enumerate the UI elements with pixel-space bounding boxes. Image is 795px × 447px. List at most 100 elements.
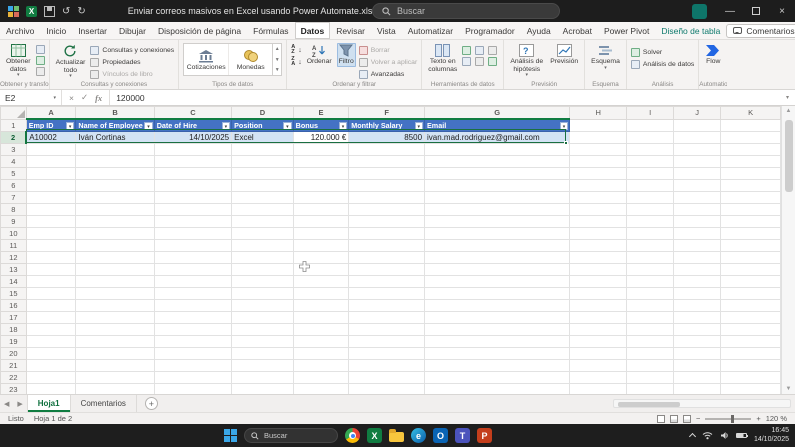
cell-F18[interactable] (348, 323, 426, 336)
cell-K16[interactable] (720, 299, 781, 312)
cell-D7[interactable] (231, 191, 294, 204)
sort-button[interactable]: AZ Ordenar (305, 43, 334, 67)
tab-formulas[interactable]: Fórmulas (247, 22, 294, 39)
column-header-D[interactable]: D (231, 106, 294, 120)
cell-F21[interactable] (348, 359, 426, 372)
cell-K6[interactable] (720, 179, 781, 192)
cell-I13[interactable] (626, 263, 675, 276)
cell-D10[interactable] (231, 227, 294, 240)
cell-A6[interactable] (25, 179, 77, 192)
app-launcher-icon[interactable] (8, 5, 19, 17)
cell-F2[interactable]: 8500 (348, 131, 426, 144)
row-header-22[interactable]: 22 (0, 371, 27, 384)
cell-H23[interactable] (569, 383, 628, 394)
cell-J14[interactable] (673, 275, 722, 288)
column-header-B[interactable]: B (75, 106, 155, 120)
cell-B17[interactable] (75, 311, 155, 324)
cell-H5[interactable] (569, 167, 628, 180)
cell-B9[interactable] (75, 215, 155, 228)
cell-A11[interactable] (25, 239, 77, 252)
cell-D17[interactable] (231, 311, 294, 324)
row-header-4[interactable]: 4 (0, 155, 27, 168)
row-header-20[interactable]: 20 (0, 347, 27, 360)
comments-button[interactable]: Comentarios (726, 23, 795, 38)
cell-H22[interactable] (569, 371, 628, 384)
filter-dropdown-E[interactable]: ▾ (338, 121, 348, 130)
cell-D2[interactable]: Excel (231, 131, 294, 144)
column-header-A[interactable]: A (25, 106, 77, 120)
cell-K9[interactable] (720, 215, 781, 228)
battery-icon[interactable] (735, 432, 749, 439)
cell-J7[interactable] (673, 191, 722, 204)
cell-I23[interactable] (626, 383, 675, 394)
refresh-all-button[interactable]: Actualizar todo ▾ (54, 43, 88, 81)
row-header-12[interactable]: 12 (0, 251, 27, 264)
cell-C18[interactable] (153, 323, 233, 336)
cell-C13[interactable] (153, 263, 233, 276)
cell-G10[interactable] (424, 227, 571, 240)
cell-F23[interactable] (348, 383, 426, 394)
cell-J8[interactable] (673, 203, 722, 216)
cell-B15[interactable] (75, 287, 155, 300)
cell-A16[interactable] (25, 299, 77, 312)
cell-K4[interactable] (720, 155, 781, 168)
cell-E18[interactable] (292, 323, 350, 336)
cell-A8[interactable] (25, 203, 77, 216)
cell-F13[interactable] (348, 263, 426, 276)
flow-button[interactable]: Flow (703, 43, 723, 67)
cell-K14[interactable] (720, 275, 781, 288)
cell-A22[interactable] (25, 371, 77, 384)
flash-fill-icon[interactable] (462, 46, 472, 55)
cell-A21[interactable] (25, 359, 77, 372)
cell-B10[interactable] (75, 227, 155, 240)
from-web-icon[interactable] (35, 56, 45, 65)
cell-C2[interactable]: 14/10/2025 (153, 131, 233, 144)
cell-D5[interactable] (231, 167, 294, 180)
filter-dropdown-A[interactable]: ▾ (65, 121, 75, 130)
cell-I17[interactable] (626, 311, 675, 324)
data-analysis-button[interactable]: Análisis de datos (630, 59, 694, 69)
cell-C17[interactable] (153, 311, 233, 324)
cell-J12[interactable] (673, 251, 722, 264)
cell-I9[interactable] (626, 215, 675, 228)
cell-D23[interactable] (231, 383, 294, 394)
cell-C21[interactable] (153, 359, 233, 372)
cell-H11[interactable] (569, 239, 628, 252)
cell-J6[interactable] (673, 179, 722, 192)
cell-H1[interactable] (569, 118, 628, 132)
sort-az-button[interactable]: A Z ↓ (291, 44, 301, 55)
cell-F12[interactable] (348, 251, 426, 264)
advanced-filter-button[interactable]: Avanzadas (358, 69, 417, 79)
stocks-button[interactable]: Cotizaciones (184, 44, 228, 75)
what-if-button[interactable]: ? Análisis de hipótesis ▾ (508, 43, 545, 80)
cell-E12[interactable] (292, 251, 350, 264)
cell-E16[interactable] (292, 299, 350, 312)
cell-B3[interactable] (75, 143, 155, 156)
scroll-down-icon[interactable]: ▼ (786, 386, 792, 392)
row-header-10[interactable]: 10 (0, 227, 27, 240)
cell-G9[interactable] (424, 215, 571, 228)
cell-H14[interactable] (569, 275, 628, 288)
cell-D16[interactable] (231, 299, 294, 312)
row-header-19[interactable]: 19 (0, 335, 27, 348)
cell-J15[interactable] (673, 287, 722, 300)
filter-dropdown-C[interactable]: ▾ (221, 121, 231, 130)
cell-A19[interactable] (25, 335, 77, 348)
tab-automatizar[interactable]: Automatizar (402, 22, 459, 39)
cell-J4[interactable] (673, 155, 722, 168)
cell-J9[interactable] (673, 215, 722, 228)
row-header-8[interactable]: 8 (0, 203, 27, 216)
cell-J19[interactable] (673, 335, 722, 348)
cell-H4[interactable] (569, 155, 628, 168)
undo-icon[interactable]: ↺ (62, 6, 70, 17)
cell-A5[interactable] (25, 167, 77, 180)
cell-F1[interactable]: Monthly Salary ▾ (348, 118, 426, 132)
cell-G3[interactable] (424, 143, 571, 156)
cell-J21[interactable] (673, 359, 722, 372)
from-text-csv-icon[interactable] (35, 45, 45, 54)
cell-A15[interactable] (25, 287, 77, 300)
cell-E15[interactable] (292, 287, 350, 300)
cell-A18[interactable] (25, 323, 77, 336)
tab-insertar[interactable]: Insertar (72, 22, 113, 39)
enter-icon[interactable]: ✓ (81, 92, 88, 103)
